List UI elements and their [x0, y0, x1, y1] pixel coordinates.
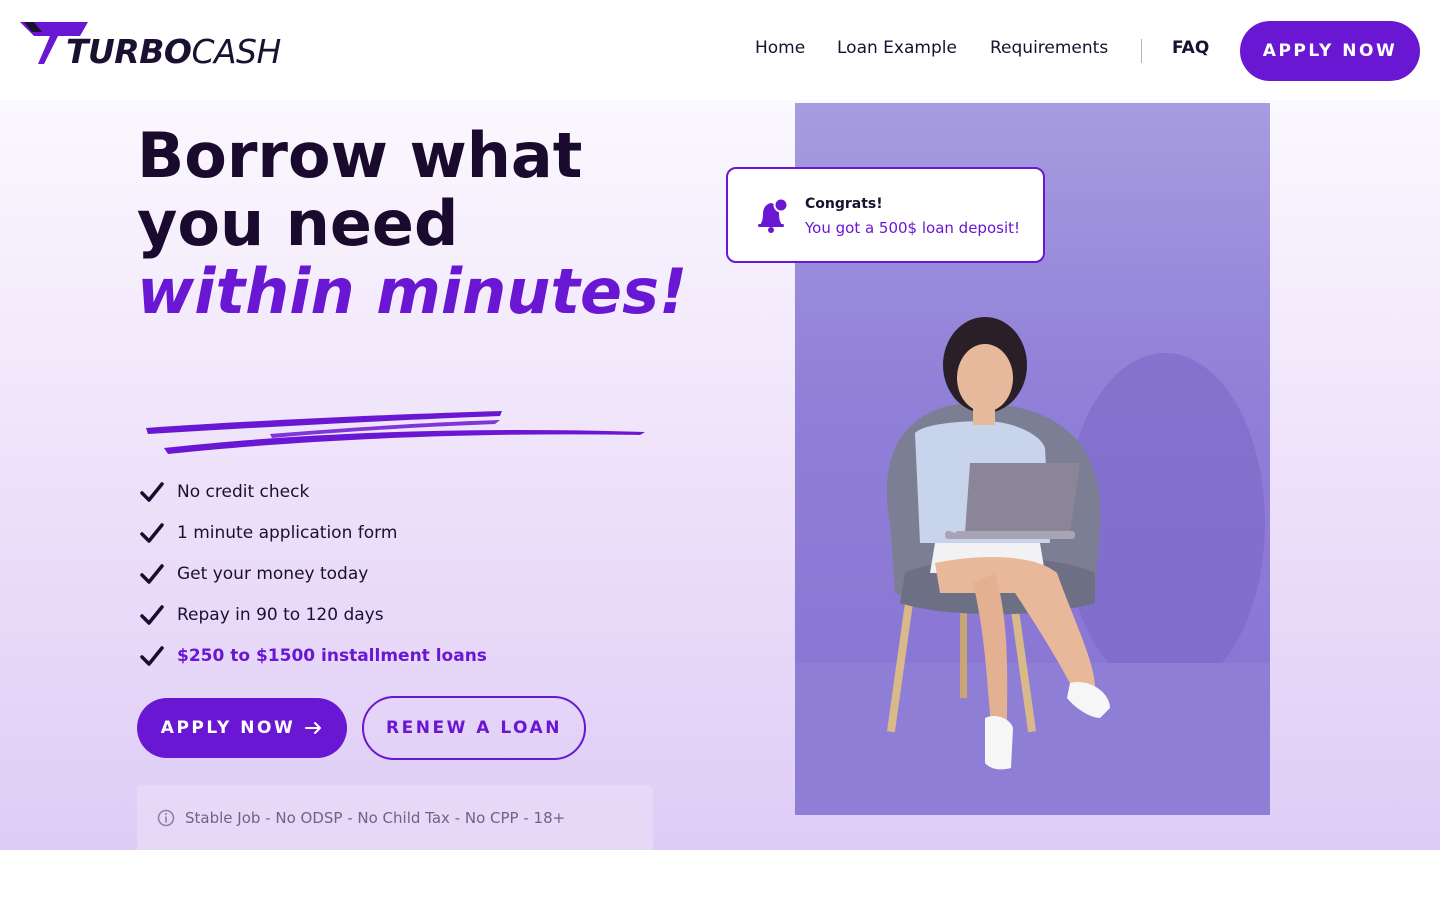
feature-item: No credit check: [140, 477, 309, 507]
brush-underline: [146, 411, 645, 454]
checkmark-icon: [140, 564, 164, 584]
feature-item: Get your money today: [140, 559, 368, 589]
checkmark-icon: [140, 646, 164, 666]
logo-wordmark: TURBOCASH: [66, 34, 281, 70]
hero-section: Borrow what you need within minutes! No …: [0, 100, 1440, 850]
requirements-text: Stable Job - No ODSP - No Child Tax - No…: [185, 808, 566, 827]
feature-label: $250 to $1500 installment loans: [177, 646, 487, 666]
headline-accent: within minutes!: [137, 255, 688, 328]
checkmark-icon: [140, 482, 164, 502]
nav-home-link[interactable]: Home: [755, 38, 805, 64]
info-icon: [157, 809, 175, 826]
turbocash-logo[interactable]: TURBOCASH: [20, 20, 281, 72]
feature-label: Get your money today: [177, 564, 369, 584]
notification-title: Congrats!: [805, 196, 883, 212]
feature-item: 1 minute application form: [140, 518, 397, 548]
nav-divider: [1141, 39, 1142, 63]
hero-apply-now-button[interactable]: APPLY NOW: [137, 698, 347, 758]
checkmark-icon: [140, 523, 164, 543]
loan-deposit-notification: Congrats! You got a 500$ loan deposit!: [726, 167, 1045, 263]
feature-label: 1 minute application form: [177, 523, 398, 543]
hero-headline: Borrow what you need within minutes!: [137, 122, 697, 326]
nav-faq-link[interactable]: FAQ: [1172, 38, 1209, 64]
headline-main: Borrow what you need: [137, 119, 583, 260]
notification-message: You got a 500$ loan deposit!: [805, 219, 1021, 237]
logo-cash: CASH: [191, 32, 281, 71]
apply-now-label: APPLY NOW: [160, 718, 296, 738]
checkmark-icon: [140, 605, 164, 625]
feature-label: Repay in 90 to 120 days: [177, 605, 384, 625]
site-header: TURBOCASH Home Loan Example Requirements…: [0, 0, 1440, 100]
header-apply-now-button[interactable]: APPLY NOW: [1240, 21, 1420, 81]
feature-item: Repay in 90 to 120 days: [140, 600, 384, 630]
logo-turbo: TURBO: [66, 32, 192, 71]
nav-requirements-link[interactable]: Requirements: [990, 38, 1108, 64]
requirements-bar: Stable Job - No ODSP - No Child Tax - No…: [137, 785, 653, 850]
feature-item-highlight: $250 to $1500 installment loans: [140, 641, 487, 671]
arrow-right-icon: [305, 722, 322, 734]
renew-loan-button[interactable]: RENEW A LOAN: [362, 696, 586, 760]
feature-label: No credit check: [177, 482, 310, 502]
nav-loan-example-link[interactable]: Loan Example: [837, 38, 957, 64]
bell-icon: [758, 197, 789, 233]
